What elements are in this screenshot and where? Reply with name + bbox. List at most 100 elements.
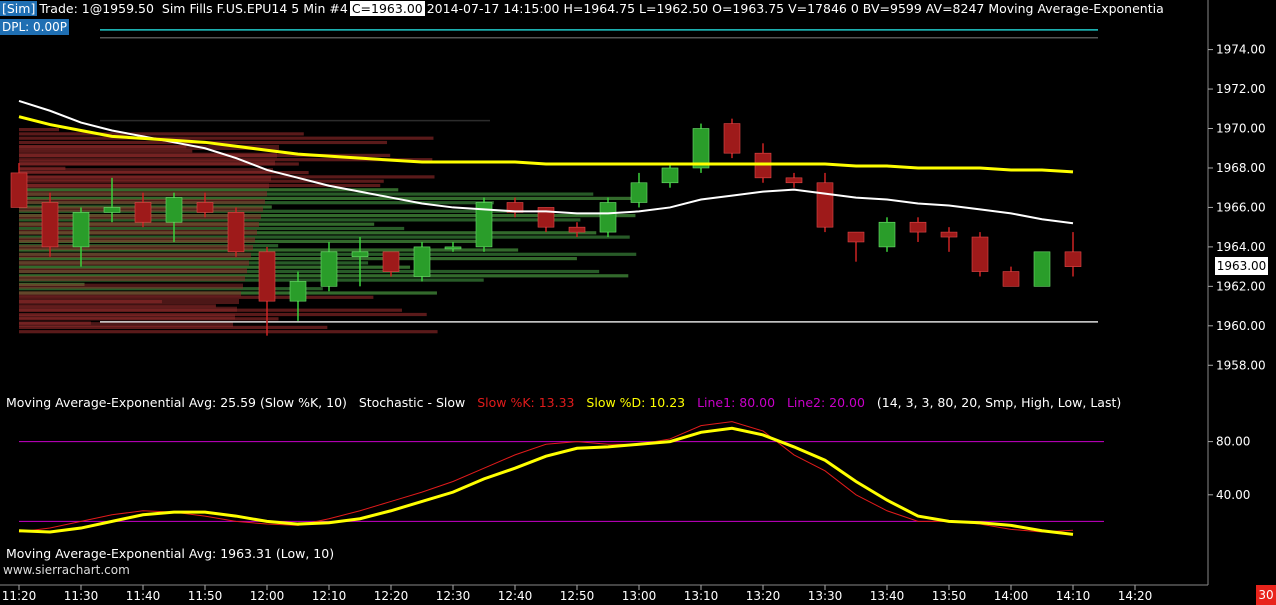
x-tick-label: 14:00 (994, 589, 1029, 603)
candle-body (661, 167, 679, 184)
volume-profile-bar (19, 314, 235, 320)
y-tick-label: 1968.00 (1216, 161, 1266, 175)
y-tick-label: 1966.00 (1216, 200, 1266, 214)
candle-body (227, 212, 245, 253)
dpl-label: DPL: 0.00P (0, 19, 69, 35)
volume-profile-bar (19, 291, 241, 297)
candle-body (909, 221, 927, 233)
candle-body (382, 251, 400, 272)
slow-k-label: Slow %K: 13.33 (477, 395, 575, 410)
x-tick-label: 12:00 (250, 589, 285, 603)
volume-profile-bar (19, 306, 237, 312)
candle-body (692, 128, 710, 169)
x-tick-label: 14:20 (1118, 589, 1153, 603)
indicator-legend: Moving Average-Exponential Avg: 25.59 (S… (6, 395, 1121, 410)
ma-slowk-label: Moving Average-Exponential Avg: 25.59 (S… (6, 395, 347, 410)
candle-body (103, 207, 121, 213)
candle-body (258, 251, 276, 302)
x-tick-label: 12:30 (436, 589, 471, 603)
x-tick-label: 14:10 (1056, 589, 1091, 603)
x-tick-label: 12:20 (374, 589, 409, 603)
volume-profile-bar (19, 283, 243, 289)
volume-profile-bar (19, 252, 251, 258)
x-tick-label: 13:10 (684, 589, 719, 603)
volume-profile-bar (19, 168, 273, 174)
candle-body (1033, 251, 1051, 287)
candle-body (10, 172, 28, 208)
chart-header: [Sim] Trade: 1@1959.50 Sim Fills F.US.EPU… (0, 0, 1166, 18)
candle-body (599, 202, 617, 233)
x-tick-label: 13:00 (622, 589, 657, 603)
candle-body (413, 246, 431, 277)
candle-body (1064, 251, 1082, 267)
stoch-params: (14, 3, 3, 80, 20, Smp, High, Low, Last) (876, 395, 1122, 410)
volume-profile-bar (19, 268, 247, 274)
volume-profile (19, 128, 637, 334)
volume-profile-bar (19, 136, 434, 140)
volume-profile-bar (19, 132, 304, 136)
stochastic-panel (18, 421, 1104, 536)
x-tick-label: 13:50 (932, 589, 967, 603)
chart-canvas[interactable]: 1974.00 1972.00 1970.00 1968.00 1966.00 1964.… (0, 0, 1276, 605)
volume-profile-bar (19, 175, 271, 181)
volume-profile-bar (19, 299, 239, 304)
candle-body (971, 236, 989, 272)
line1-label: Line1: 80.00 (697, 395, 776, 410)
candle-body (41, 202, 59, 248)
corner-badge[interactable]: 30 (1256, 585, 1276, 605)
candle-body (816, 182, 834, 228)
candle-body (847, 231, 865, 243)
x-tick-label: 13:20 (746, 589, 781, 603)
sim-badge[interactable]: [Sim] (0, 1, 38, 16)
y-tick-label: 1962.00 (1216, 279, 1266, 293)
y-tick-label: 1970.00 (1216, 122, 1266, 136)
volume-profile-bar (19, 260, 249, 266)
candle-body (940, 231, 958, 238)
watermark: www.sierrachart.com (3, 563, 130, 577)
symbol-info: Sim Fills F.US.EPU14 5 Min #4 (161, 1, 348, 16)
x-tick-label: 13:30 (808, 589, 843, 603)
candle-body (1002, 271, 1020, 287)
volume-profile-bar (19, 322, 233, 328)
trade-info: Trade: 1@1959.50 (39, 1, 154, 16)
stoch-y-tick-label: 40.00 (1216, 488, 1250, 502)
candle-body (320, 251, 338, 287)
x-tick-label: 12:10 (312, 589, 347, 603)
slow-d-label: Slow %D: 10.23 (586, 395, 686, 410)
stoch-title: Stochastic - Slow (358, 395, 466, 410)
y-tick-label: 1960.00 (1216, 319, 1266, 333)
x-tick-label: 11:50 (188, 589, 223, 603)
y-tick-label: 1974.00 (1216, 43, 1266, 57)
x-tick-label: 12:50 (560, 589, 595, 603)
line2-label: Line2: 20.00 (786, 395, 865, 410)
x-tick-label: 11:20 (2, 589, 37, 603)
ma-low-label: Moving Average-Exponential Avg: 1963.31 … (6, 546, 335, 561)
volume-profile-bar (19, 152, 277, 158)
y-tick-label: 1964.00 (1216, 240, 1266, 254)
candle-body (351, 251, 369, 258)
volume-profile-bar (19, 128, 59, 132)
candle-body (723, 123, 741, 154)
candle-body (72, 212, 90, 248)
candle-body (134, 202, 152, 223)
candle-body (785, 177, 803, 184)
candle-body (444, 246, 462, 250)
stoch-y-tick-label: 80.00 (1216, 435, 1250, 449)
x-tick-label: 12:40 (498, 589, 533, 603)
candle-body (196, 202, 214, 213)
y-tick-label: 1958.00 (1216, 358, 1266, 372)
candle-body (289, 281, 307, 302)
volume-profile-bar (19, 160, 275, 166)
volume-profile-bar (19, 275, 245, 281)
bar-stats: 2014-07-17 14:15:00 H=1964.75 L=1962.50 … (426, 1, 1164, 16)
y-tick-label: 1972.00 (1216, 82, 1266, 96)
x-tick-label: 13:40 (870, 589, 905, 603)
candle-body (568, 226, 586, 233)
x-tick-label: 11:30 (64, 589, 99, 603)
volume-profile-bar (19, 183, 269, 189)
candle-body (165, 197, 183, 223)
volume-profile-bar (19, 330, 438, 334)
candle-body (630, 182, 648, 203)
candle-body (878, 221, 896, 248)
x-tick-label: 11:40 (126, 589, 161, 603)
